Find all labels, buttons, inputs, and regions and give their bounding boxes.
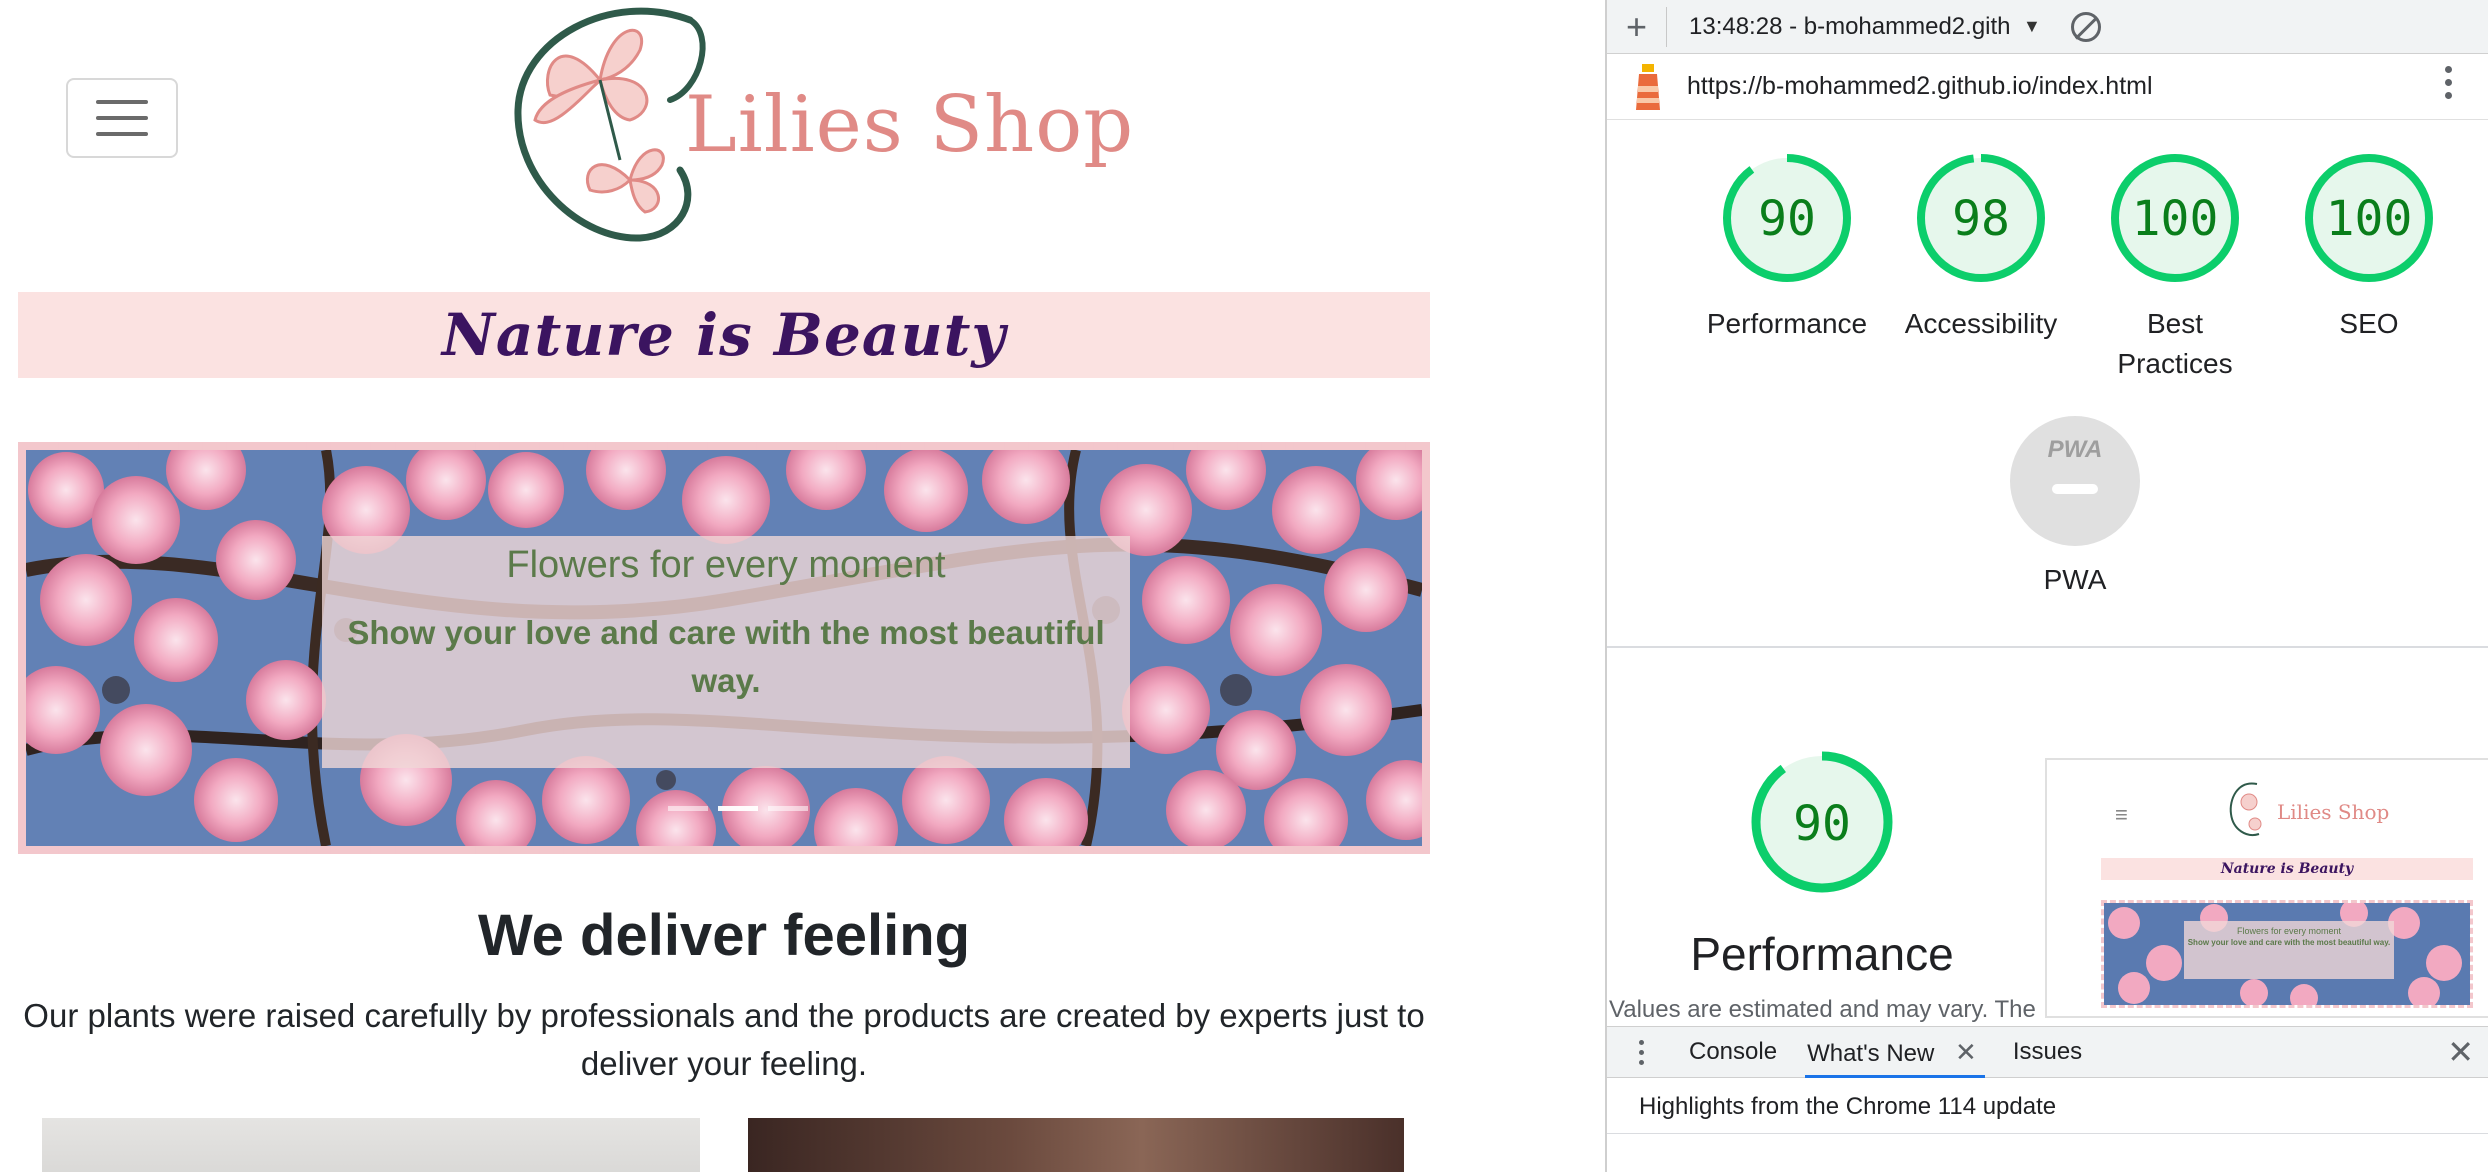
hamburger-icon-bar (96, 116, 148, 120)
kebab-dot (1638, 1059, 1644, 1065)
lighthouse-toolbar: + 13:48:28 - b-mohammed2.gith ▼ (1607, 0, 2488, 54)
carousel-indicator[interactable] (668, 806, 708, 811)
pwa-badge-text: PWA (2047, 436, 2103, 463)
close-icon[interactable]: ✕ (1955, 1037, 1977, 1067)
kebab-dot (2445, 92, 2452, 99)
carousel-image: Flowers for every moment Show your love … (26, 450, 1422, 846)
carousel-caption-title: Flowers for every moment (2236, 926, 2342, 936)
tagline-text: Nature is Beauty (441, 301, 1007, 369)
product-image[interactable] (42, 1118, 700, 1172)
tab-label: What's New (1807, 1040, 1935, 1067)
kebab-dot (1638, 1049, 1644, 1055)
hamburger-icon-bar (96, 132, 148, 136)
gauge-ring: 98 (1917, 154, 2045, 282)
website-viewport: Lilies Shop Nature is Beauty Flowers for… (0, 0, 1605, 1172)
carousel-indicator[interactable] (768, 806, 808, 811)
gauge-label: PWA (2043, 564, 2107, 595)
lighthouse-icon (1636, 63, 1660, 110)
carousel-caption: Flowers for every moment Show your love … (322, 536, 1130, 768)
lily-logo-icon (2229, 782, 2262, 836)
kebab-dot (2445, 66, 2452, 73)
tab-issues[interactable]: Issues (2011, 1026, 2084, 1078)
logo-text[interactable]: Lilies Shop (685, 80, 1134, 170)
category-gauges: 90 Performance 98 Accessibility 100 Best… (1607, 150, 2488, 400)
gauge-seo[interactable]: 100 SEO (2271, 150, 2467, 344)
report-url-bar: https://b-mohammed2.github.io/index.html (1607, 54, 2488, 120)
gauge-label: Best Practices (2117, 308, 2233, 379)
tagline-banner: Nature is Beauty (18, 292, 1430, 378)
tagline-text: Nature is Beauty (2101, 858, 2473, 880)
final-screenshot-thumbnail[interactable]: ≡ Lilies Shop Nature is Beauty Flowers f… (2045, 758, 2488, 1018)
gauge-score: 100 (2326, 191, 2413, 247)
gauge-score: 90 (1758, 191, 1816, 247)
gauge-ring: 90 (1723, 154, 1851, 282)
pwa-dash (2052, 484, 2098, 494)
chevron-down-icon[interactable]: ▼ (2023, 16, 2041, 37)
clear-icon[interactable] (2070, 11, 2101, 42)
tab-label: Console (1689, 1038, 1778, 1065)
gauge-score: 90 (1793, 796, 1851, 852)
section-divider (1607, 646, 2488, 648)
gauge-ring: 100 (2305, 154, 2433, 282)
performance-note: Values are estimated and may vary. The (1609, 996, 2036, 1023)
whats-new-headline[interactable]: Highlights from the Chrome 114 update (1639, 1093, 2056, 1120)
performance-title: Performance (1690, 928, 1954, 980)
gauge-accessibility[interactable]: 98 Accessibility (1883, 150, 2079, 344)
plus-icon[interactable]: + (1607, 6, 1667, 47)
product-image[interactable] (748, 1118, 1404, 1172)
more-options-icon[interactable] (2445, 66, 2452, 99)
gauge-label: SEO (2339, 308, 2399, 339)
gauge-best-practices[interactable]: 100 Best Practices (2077, 150, 2273, 384)
hamburger-icon: ≡ (2115, 802, 2128, 827)
section-text: Our plants were raised carefully by prof… (23, 997, 1425, 1082)
close-drawer-icon[interactable]: ✕ (2447, 1036, 2474, 1068)
report-selector-label: 13:48:28 - b-mohammed2.gith (1689, 12, 2011, 40)
devtools-panel: + 13:48:28 - b-mohammed2.gith ▼ https://… (1605, 0, 2488, 1172)
gauge-performance[interactable]: 90 Performance (1689, 150, 1885, 344)
gauge-score: 100 (2132, 191, 2219, 247)
kebab-dot (1638, 1039, 1644, 1045)
gauge-ring: 100 (2111, 154, 2239, 282)
carousel-indicators (668, 806, 808, 811)
drawer-tabbar: Console What's New ✕ Issues ✕ (1607, 1026, 2488, 1078)
tab-label: Issues (2012, 1038, 2083, 1065)
tab-whats-new[interactable]: What's New ✕ (1805, 1026, 1985, 1078)
carousel-caption-text: Show your love and care with the most be… (347, 614, 1105, 699)
hamburger-icon-bar (96, 100, 148, 104)
logo-text: Lilies Shop (2277, 800, 2390, 824)
report-selector[interactable]: 13:48:28 - b-mohammed2.gith (1689, 13, 2019, 41)
performance-summary: 90 Performance (1607, 748, 2037, 981)
carousel-image: Flowers for every moment Show your love … (2101, 900, 2473, 1008)
carousel-caption: Flowers for every moment Show your love … (2184, 921, 2394, 979)
gauge-label: Performance (1706, 308, 1868, 339)
whats-new-content: Highlights from the Chrome 114 update (1607, 1080, 2488, 1134)
gauge-label: Accessibility (1904, 308, 2058, 339)
drawer-menu-icon[interactable] (1621, 1039, 1661, 1065)
hamburger-menu-button[interactable] (66, 78, 178, 158)
report-url: https://b-mohammed2.github.io/index.html (1687, 72, 2153, 100)
carousel-indicator[interactable] (718, 806, 758, 811)
carousel-caption-text: Show your love and care with the most be… (2187, 938, 2391, 947)
gauge-pwa[interactable]: PWA PWA (1977, 416, 2173, 596)
gauge-score: 98 (1952, 191, 2010, 247)
gauge-ring-large: 90 (1751, 751, 1893, 893)
tab-console[interactable]: Console (1687, 1026, 1779, 1078)
carousel-caption-title: Flowers for every moment (506, 544, 946, 586)
kebab-dot (2445, 79, 2452, 86)
pwa-badge-icon: PWA (2010, 416, 2140, 546)
hero-carousel[interactable]: Flowers for every moment Show your love … (18, 442, 1430, 854)
section-heading: We deliver feeling (477, 903, 971, 968)
